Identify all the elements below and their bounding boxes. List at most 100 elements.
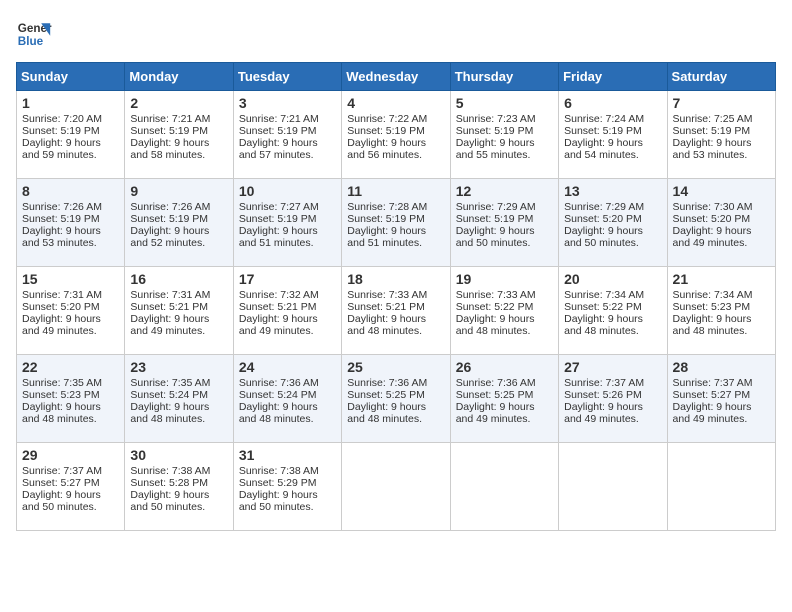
daylight-text: Daylight: 9 hours and 48 minutes. [564,313,643,337]
sunset-text: Sunset: 5:22 PM [564,301,642,313]
sunset-text: Sunset: 5:19 PM [22,213,100,225]
calendar-cell: 28Sunrise: 7:37 AMSunset: 5:27 PMDayligh… [667,355,775,443]
daylight-text: Daylight: 9 hours and 48 minutes. [347,313,426,337]
sunset-text: Sunset: 5:19 PM [347,213,425,225]
sunrise-text: Sunrise: 7:36 AM [239,377,319,389]
day-number: 14 [673,183,770,199]
sunset-text: Sunset: 5:20 PM [22,301,100,313]
calendar-cell: 24 Sunrise: 7:36 AMSunset: 5:24 PMDayligh… [233,355,341,443]
sunrise-text: Sunrise: 7:29 AM [564,201,644,213]
calendar-cell: 19Sunrise: 7:33 AMSunset: 5:22 PMDayligh… [450,267,558,355]
daylight-text: Daylight: 9 hours and 49 minutes. [130,313,209,337]
day-number: 12 [456,183,553,199]
sunset-text: Sunset: 5:19 PM [347,125,425,137]
sunset-text: Sunset: 5:19 PM [456,125,534,137]
sunset-text: Sunset: 5:21 PM [347,301,425,313]
day-of-week-header: Saturday [667,63,775,91]
sunrise-text: Sunrise: 7:33 AM [347,289,427,301]
sunrise-text: Sunrise: 7:22 AM [347,113,427,125]
day-number: 17 [239,271,336,287]
daylight-text: Daylight: 9 hours and 48 minutes. [456,313,535,337]
sunset-text: Sunset: 5:19 PM [130,125,208,137]
calendar-cell: 6Sunrise: 7:24 AMSunset: 5:19 PMDaylight… [559,91,667,179]
day-of-week-header: Sunday [17,63,125,91]
sunrise-text: Sunrise: 7:34 AM [564,289,644,301]
daylight-text: Daylight: 9 hours and 58 minutes. [130,137,209,161]
sunrise-text: Sunrise: 7:23 AM [456,113,536,125]
day-number: 7 [673,95,770,111]
daylight-text: Daylight: 9 hours and 53 minutes. [22,225,101,249]
daylight-text: Daylight: 9 hours and 48 minutes. [347,401,426,425]
daylight-text: Daylight: 9 hours and 50 minutes. [564,225,643,249]
day-number: 10 [239,183,336,199]
calendar-cell: 25 Sunrise: 7:36 AMSunset: 5:25 PMDayligh… [342,355,450,443]
sunset-text: Sunset: 5:24 PM [239,389,317,401]
daylight-text: Daylight: 9 hours and 50 minutes. [130,489,209,513]
calendar-cell [559,443,667,531]
calendar-cell: 21Sunrise: 7:34 AMSunset: 5:23 PMDayligh… [667,267,775,355]
sunset-text: Sunset: 5:24 PM [130,389,208,401]
calendar-week-row: 15Sunrise: 7:31 AMSunset: 5:20 PMDayligh… [17,267,776,355]
day-number: 27 [564,359,661,375]
daylight-text: Daylight: 9 hours and 56 minutes. [347,137,426,161]
calendar-cell [667,443,775,531]
day-number: 9 [130,183,227,199]
calendar-cell: 2 Sunrise: 7:21 AMSunset: 5:19 PMDaylight… [125,91,233,179]
calendar-week-row: 22Sunrise: 7:35 AMSunset: 5:23 PMDayligh… [17,355,776,443]
sunset-text: Sunset: 5:19 PM [22,125,100,137]
day-number: 25 [347,359,444,375]
sunset-text: Sunset: 5:29 PM [239,477,317,489]
day-number: 26 [456,359,553,375]
daylight-text: Daylight: 9 hours and 53 minutes. [673,137,752,161]
sunset-text: Sunset: 5:23 PM [22,389,100,401]
sunset-text: Sunset: 5:25 PM [347,389,425,401]
day-number: 16 [130,271,227,287]
sunset-text: Sunset: 5:22 PM [456,301,534,313]
sunrise-text: Sunrise: 7:35 AM [130,377,210,389]
sunset-text: Sunset: 5:26 PM [564,389,642,401]
sunrise-text: Sunrise: 7:24 AM [564,113,644,125]
sunset-text: Sunset: 5:25 PM [456,389,534,401]
day-of-week-header: Friday [559,63,667,91]
calendar-cell: 4 Sunrise: 7:22 AMSunset: 5:19 PMDaylight… [342,91,450,179]
sunrise-text: Sunrise: 7:37 AM [564,377,644,389]
daylight-text: Daylight: 9 hours and 48 minutes. [22,401,101,425]
day-number: 3 [239,95,336,111]
day-number: 2 [130,95,227,111]
calendar-cell: 13Sunrise: 7:29 AMSunset: 5:20 PMDayligh… [559,179,667,267]
sunset-text: Sunset: 5:21 PM [130,301,208,313]
daylight-text: Daylight: 9 hours and 59 minutes. [22,137,101,161]
calendar-cell: 14Sunrise: 7:30 AMSunset: 5:20 PMDayligh… [667,179,775,267]
day-of-week-header: Wednesday [342,63,450,91]
sunrise-text: Sunrise: 7:37 AM [673,377,753,389]
daylight-text: Daylight: 9 hours and 50 minutes. [22,489,101,513]
sunset-text: Sunset: 5:19 PM [130,213,208,225]
calendar-cell: 16Sunrise: 7:31 AMSunset: 5:21 PMDayligh… [125,267,233,355]
sunrise-text: Sunrise: 7:26 AM [22,201,102,213]
sunrise-text: Sunrise: 7:36 AM [347,377,427,389]
sunrise-text: Sunrise: 7:21 AM [130,113,210,125]
day-number: 24 [239,359,336,375]
daylight-text: Daylight: 9 hours and 49 minutes. [564,401,643,425]
sunset-text: Sunset: 5:28 PM [130,477,208,489]
calendar-week-row: 1Sunrise: 7:20 AMSunset: 5:19 PMDaylight… [17,91,776,179]
daylight-text: Daylight: 9 hours and 57 minutes. [239,137,318,161]
sunrise-text: Sunrise: 7:37 AM [22,465,102,477]
calendar-cell: 31Sunrise: 7:38 AMSunset: 5:29 PMDayligh… [233,443,341,531]
daylight-text: Daylight: 9 hours and 49 minutes. [456,401,535,425]
calendar-week-row: 8Sunrise: 7:26 AMSunset: 5:19 PMDaylight… [17,179,776,267]
page-header: General Blue [16,16,776,52]
daylight-text: Daylight: 9 hours and 51 minutes. [347,225,426,249]
sunset-text: Sunset: 5:19 PM [239,125,317,137]
day-number: 4 [347,95,444,111]
daylight-text: Daylight: 9 hours and 48 minutes. [130,401,209,425]
sunrise-text: Sunrise: 7:38 AM [239,465,319,477]
day-of-week-header: Monday [125,63,233,91]
daylight-text: Daylight: 9 hours and 50 minutes. [239,489,318,513]
calendar-header-row: SundayMondayTuesdayWednesdayThursdayFrid… [17,63,776,91]
sunrise-text: Sunrise: 7:33 AM [456,289,536,301]
daylight-text: Daylight: 9 hours and 48 minutes. [239,401,318,425]
calendar-cell: 7Sunrise: 7:25 AMSunset: 5:19 PMDaylight… [667,91,775,179]
daylight-text: Daylight: 9 hours and 48 minutes. [673,313,752,337]
sunrise-text: Sunrise: 7:26 AM [130,201,210,213]
